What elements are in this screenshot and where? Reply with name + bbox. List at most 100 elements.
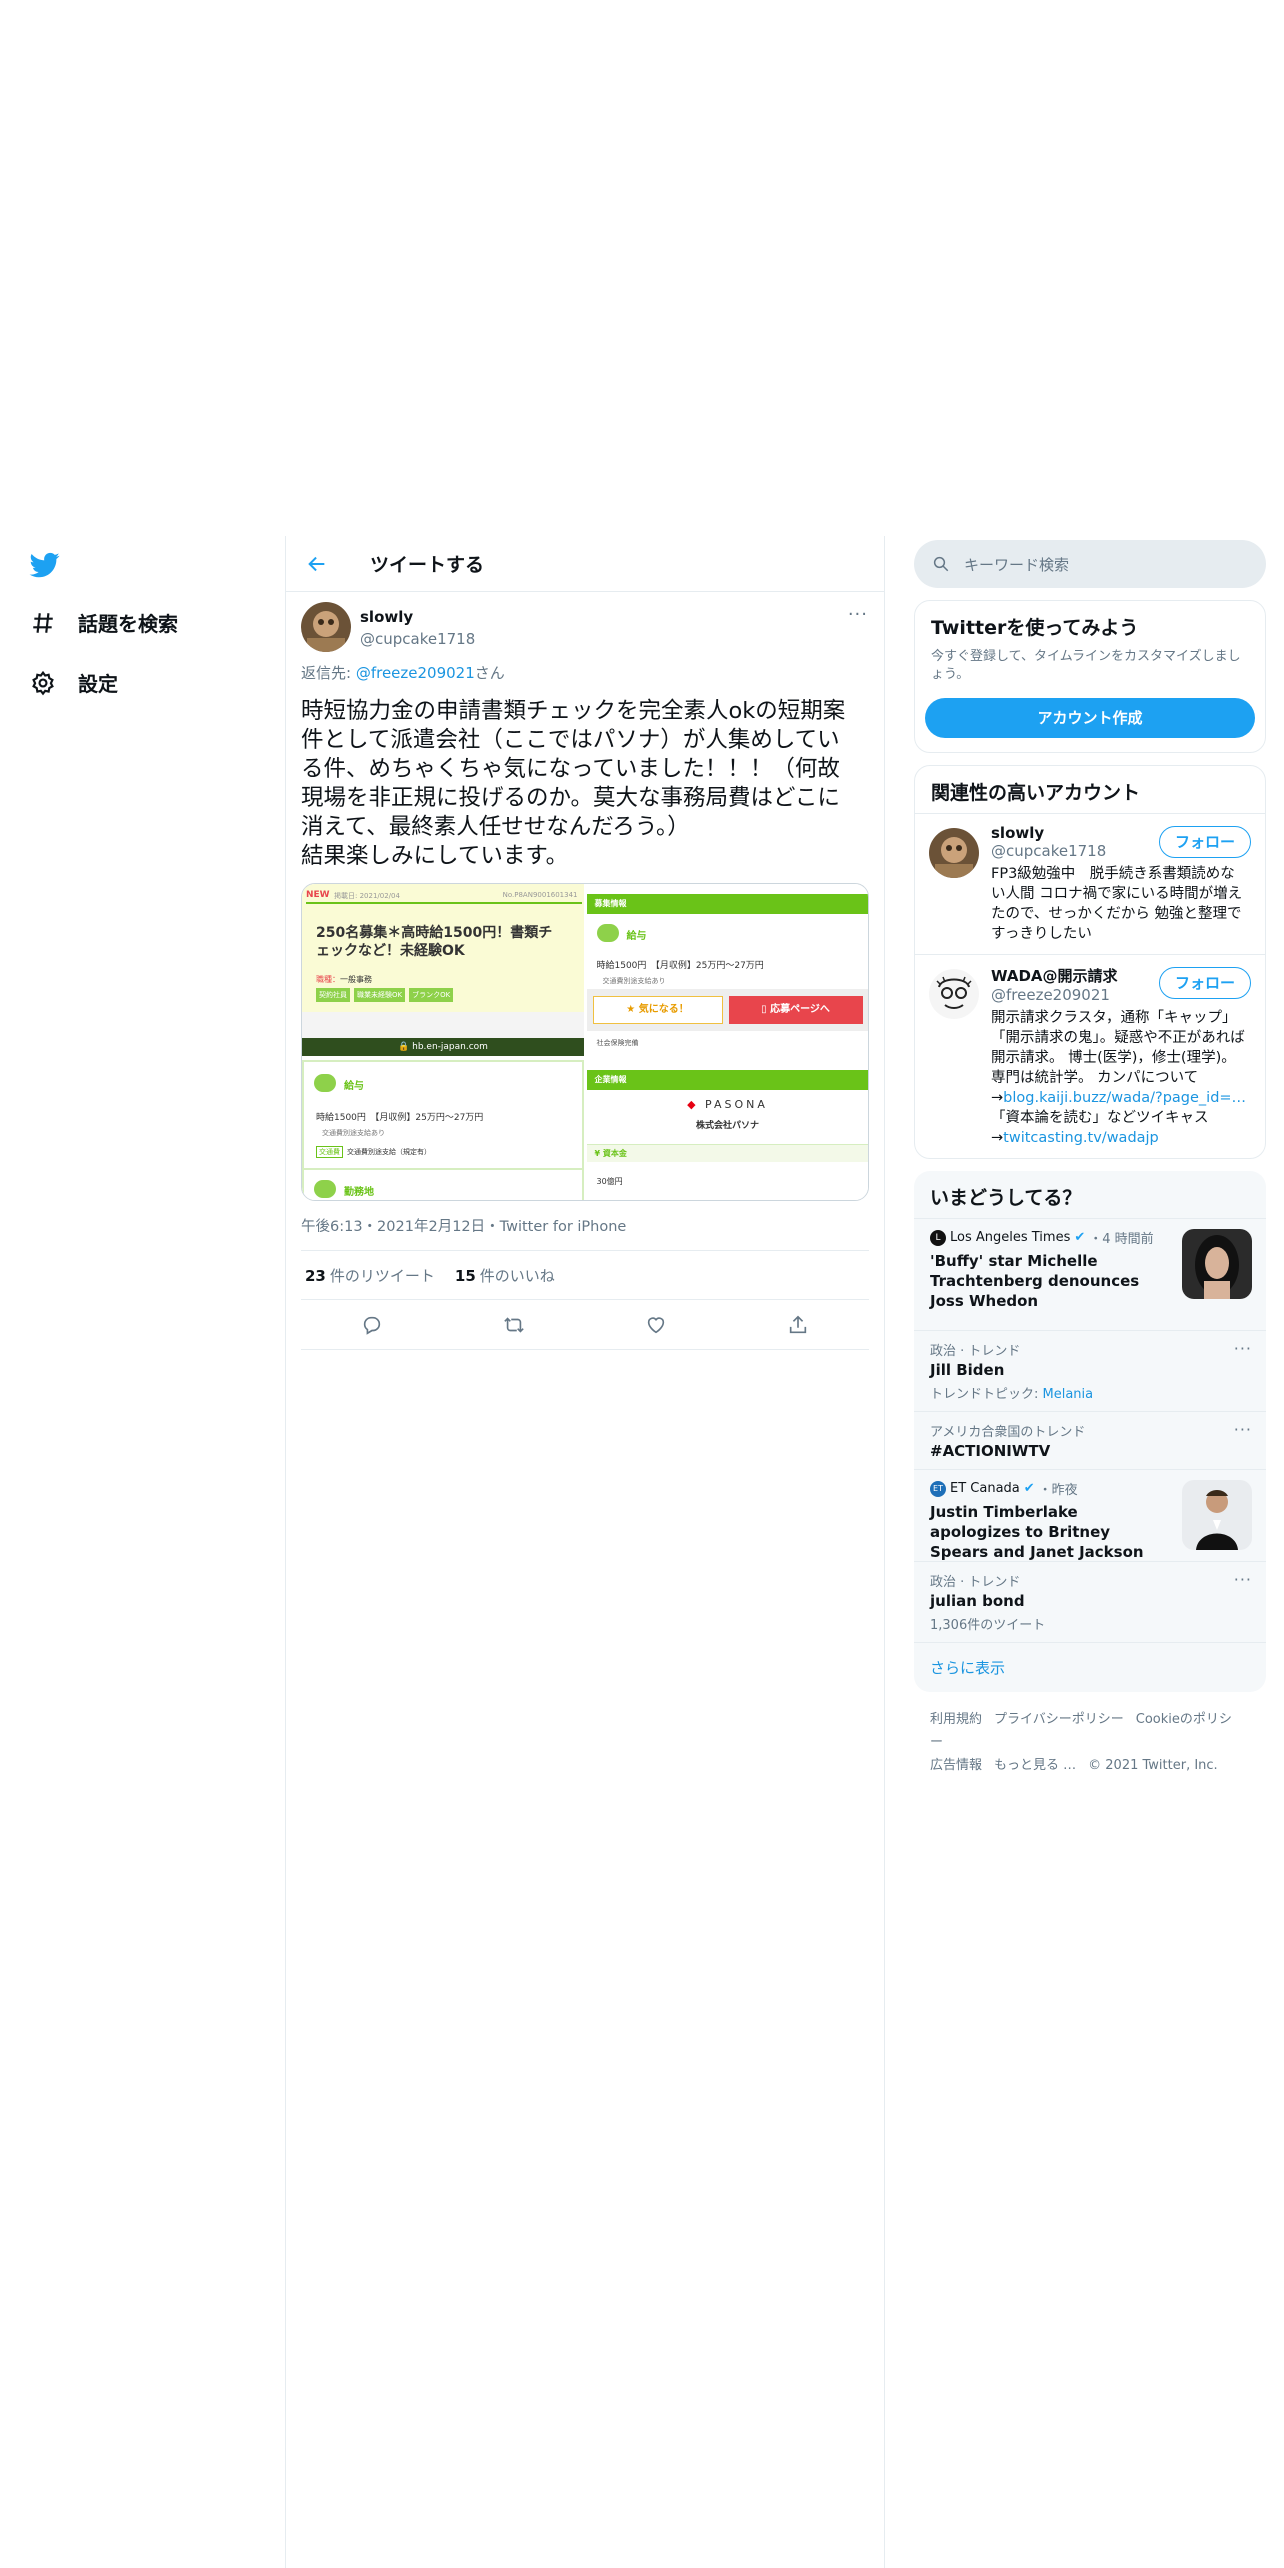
footer: 利用規約 プライバシーポリシー Cookieのポリシー 広告情報 もっと見る … © 2…: [914, 1708, 1266, 1777]
follow-button[interactable]: フォロー: [1159, 826, 1251, 858]
heart-icon[interactable]: [645, 1314, 667, 1336]
company-brand: ◆ PASONA: [687, 1098, 768, 1111]
reply-prefix: 返信先:: [301, 664, 356, 682]
more-options-button[interactable]: ···: [1234, 1420, 1252, 1439]
avatar[interactable]: [929, 969, 979, 1019]
news-source: ET Canada: [950, 1481, 1020, 1496]
more-options-button[interactable]: ···: [848, 604, 868, 625]
likes-count: 15: [454, 1266, 476, 1285]
section-company: 企業情報: [586, 1070, 868, 1090]
author-handle[interactable]: @cupcake1718: [360, 630, 475, 648]
twitter-logo-icon[interactable]: [28, 550, 62, 580]
nav-settings[interactable]: 設定: [30, 668, 118, 697]
media-image-right[interactable]: 募集情報 給与 時給1500円 【月収例】25万円〜27万円 交通費別途支給あり…: [586, 884, 868, 1200]
share-icon[interactable]: [787, 1314, 809, 1336]
salary-title: 給与: [344, 1081, 364, 1092]
location-title: 勤務地: [344, 1187, 374, 1198]
news-thumbnail[interactable]: [1182, 1480, 1252, 1550]
trend-item[interactable]: 政治 · トレンド ··· Jill Biden トレンドトピック: Melan…: [914, 1330, 1266, 1411]
footer-link-ads[interactable]: 広告情報: [930, 1758, 982, 1773]
salary-text: 時給1500円 【月収例】25万円〜27万円: [596, 961, 764, 971]
section-recruit: 募集情報: [586, 894, 868, 914]
retweet-icon[interactable]: [503, 1314, 525, 1336]
news-headline: Justin Timberlake apologizes to Britney …: [930, 1503, 1144, 1561]
verified-icon: ✔: [1023, 1481, 1035, 1496]
show-more-link[interactable]: さらに表示: [914, 1642, 1266, 1692]
wallet-icon: [314, 1074, 336, 1092]
author-name[interactable]: slowly: [360, 608, 413, 626]
more-options-button[interactable]: ···: [1234, 1339, 1252, 1358]
media-image-left[interactable]: NEW 掲載日: 2021/02/04 No.P8AN9001601341 25…: [302, 884, 584, 1200]
signup-description: 今すぐ登録して、タイムラインをカスタマイズしましょう。: [931, 649, 1241, 682]
verified-icon: ✔: [1074, 1230, 1086, 1245]
reply-suffix: さん: [474, 664, 505, 682]
avatar[interactable]: [301, 602, 351, 652]
transport-note: 交通費別途支給あり: [322, 1129, 385, 1137]
job-tag: ブランクOK: [409, 988, 454, 1002]
account-bio-link[interactable]: twitcasting.tv/wadajp: [1003, 1130, 1159, 1146]
sidebar-right: キーワード検索 Twitterを使ってみよう 今すぐ登録して、タイムラインをカス…: [914, 540, 1266, 1777]
new-badge: NEW: [306, 890, 330, 900]
news-thumbnail[interactable]: [1182, 1229, 1252, 1299]
arrow-left-icon: [308, 556, 325, 571]
link-prefix: →: [991, 1090, 1004, 1106]
tweet-timestamp[interactable]: 午後6:13・2021年2月12日・Twitter for iPhone: [301, 1215, 869, 1236]
account-item[interactable]: slowly @cupcake1718 FP3級勉強中 脱手続き系書類読めない人…: [915, 813, 1265, 954]
account-item[interactable]: WADA@開示請求 @freeze209021 開示請求クラスタ，通称「キャップ…: [915, 954, 1265, 1158]
nav-explore[interactable]: 話題を検索: [30, 608, 178, 637]
follow-button[interactable]: フォロー: [1159, 967, 1251, 999]
news-item[interactable]: ET ET Canada ✔ ・昨夜 Justin Timberlake apo…: [914, 1469, 1266, 1561]
news-item[interactable]: L Los Angeles Times ✔ ・4 時間前 'Buffy' sta…: [914, 1218, 1266, 1330]
trend-item[interactable]: 政治 · トレンド ··· julian bond 1,306件のツイート: [914, 1561, 1266, 1642]
gear-icon: [32, 670, 54, 695]
trend-name: #ACTIONIWTV: [930, 1442, 1051, 1460]
trend-name: Jill Biden: [930, 1361, 1005, 1379]
nav-settings-label: 設定: [78, 672, 118, 696]
show-more-text: さらに表示: [930, 1659, 1006, 1677]
interested-button[interactable]: ★ 気になる！: [592, 996, 723, 1024]
news-source-logo-icon: ET: [930, 1480, 946, 1497]
search-input[interactable]: キーワード検索: [914, 540, 1266, 588]
url-text: hb.en-japan.com: [412, 1042, 488, 1052]
footer-link-more[interactable]: もっと見る …: [994, 1758, 1076, 1773]
likes-stat[interactable]: 15 件のいいね: [455, 1265, 555, 1286]
tweet-text: 時短協力金の申請書類チェックを完全素人okの短期案 件として派遣会社（ここではパ…: [301, 698, 846, 869]
tweet-media[interactable]: NEW 掲載日: 2021/02/04 No.P8AN9001601341 25…: [301, 883, 869, 1201]
page-header: ツイートする: [286, 536, 884, 592]
account-bio-link-line: →blog.kaiji.buzz/wada/?page_id=…: [991, 1088, 1249, 1108]
news-source-logo-icon: L: [930, 1229, 946, 1246]
trend-item[interactable]: アメリカ合衆国のトレンド ··· #ACTIONIWTV: [914, 1411, 1266, 1469]
apply-button[interactable]: ▯ 応募ページへ: [728, 996, 863, 1024]
link-prefix: →: [991, 1130, 1004, 1146]
company-name: 株式会社パソナ: [695, 1121, 759, 1131]
back-button[interactable]: [302, 549, 332, 579]
apply-label: 応募ページへ: [770, 1004, 830, 1015]
job-number: No.P8AN9001601341: [502, 891, 578, 899]
retweets-stat[interactable]: 23 件のリツイート: [305, 1265, 435, 1286]
capital-title: ¥ 資本金: [586, 1144, 868, 1162]
url-bar: 🔒 hb.en-japan.com: [302, 1038, 584, 1056]
account-bio-link[interactable]: blog.kaiji.buzz/wada/?page_id=…: [1003, 1090, 1246, 1106]
transport-tag: 交通費: [316, 1146, 343, 1158]
trend-topic-link[interactable]: Melania: [1043, 1387, 1094, 1402]
job-tag: 職業未経験OK: [354, 988, 406, 1002]
reply-to-link[interactable]: @freeze209021: [356, 664, 475, 682]
retweets-count: 23: [305, 1266, 326, 1285]
avatar[interactable]: [929, 828, 979, 878]
capital-title-text: 資本金: [602, 1149, 627, 1158]
reply-icon[interactable]: [361, 1314, 383, 1336]
related-accounts-card: 関連性の高いアカウント slowly @cupcake1718 FP3級勉強中 …: [914, 765, 1266, 1159]
nav-explore-label: 話題を検索: [78, 612, 178, 636]
account-bio: 開示請求クラスタ，通称「キャップ」「開示請求の鬼」。疑惑や不正があれば開示請求。…: [991, 1010, 1245, 1086]
signup-title: Twitterを使ってみよう: [931, 617, 1139, 639]
create-account-button[interactable]: アカウント作成: [925, 698, 1255, 738]
salary-title: 給与: [626, 931, 647, 942]
trend-category: 政治 · トレンド: [930, 1344, 1021, 1359]
capital-value: 30億円: [596, 1177, 623, 1186]
likes-label: 件のいいね: [479, 1266, 555, 1285]
job-type: 一般事務: [340, 975, 372, 984]
footer-link-privacy[interactable]: プライバシーポリシー: [994, 1712, 1124, 1727]
footer-link-terms[interactable]: 利用規約: [930, 1712, 982, 1727]
more-options-button[interactable]: ···: [1234, 1570, 1252, 1589]
trend-tweet-count: 1,306件のツイート: [930, 1618, 1046, 1633]
